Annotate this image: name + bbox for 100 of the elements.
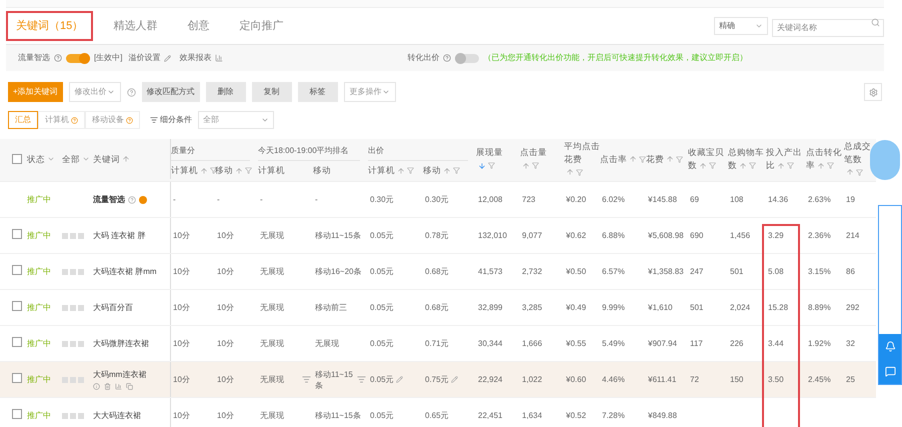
breakdown-select[interactable]: 全部 [198, 111, 274, 129]
column-header[interactable]: 总购物车数 [728, 146, 766, 172]
tab[interactable]: 定向推广 [229, 11, 294, 41]
filter-icon[interactable] [709, 162, 716, 170]
sort-icon[interactable] [443, 166, 451, 175]
sort-icon[interactable] [235, 166, 243, 175]
checkbox[interactable] [12, 264, 22, 274]
column-header[interactable]: 移动 [313, 164, 331, 177]
table-cell: 1.92% [808, 338, 831, 349]
search-icon[interactable] [871, 18, 880, 27]
premium-settings-link[interactable]: 溢价设置 [128, 52, 160, 64]
table-cell: 1,634 [522, 410, 542, 421]
column-header[interactable]: 移动 [423, 164, 460, 177]
search-field[interactable]: 关键词名称 [772, 18, 884, 36]
segment-tab[interactable]: 移动设备 [85, 111, 140, 129]
copy-icon[interactable] [126, 383, 133, 390]
toggle-switch[interactable] [455, 54, 480, 62]
help-icon[interactable] [443, 54, 452, 62]
sort-icon[interactable] [846, 168, 854, 176]
action-button[interactable]: 删除 [206, 82, 246, 102]
filter-icon[interactable] [407, 167, 414, 174]
filter-icon[interactable] [210, 167, 217, 174]
table-cell: - [260, 194, 263, 205]
filter-icon[interactable] [676, 156, 683, 163]
column-header[interactable]: 计算机 [258, 164, 285, 177]
sort-icon[interactable] [817, 162, 825, 170]
sort-icon[interactable] [200, 166, 208, 175]
help-icon[interactable] [126, 88, 136, 96]
column-header[interactable]: 总成交笔数 [844, 140, 874, 178]
filter-icon[interactable] [245, 167, 252, 174]
dropdown-button[interactable]: 更多操作 [344, 82, 396, 102]
edit-icon[interactable] [396, 376, 403, 383]
column-header[interactable]: 计算机 [368, 164, 414, 177]
bell-icon[interactable] [884, 341, 896, 352]
filter-icon[interactable] [453, 167, 460, 174]
table-cell: 108 [730, 194, 744, 205]
tab[interactable]: 精选人群 [103, 11, 168, 41]
sort-icon[interactable] [699, 162, 707, 170]
segment-tab[interactable]: 计算机 [38, 111, 85, 129]
column-header[interactable]: 展现量 [476, 146, 520, 172]
caret-icon [106, 88, 115, 96]
column-header[interactable]: 投入产出比 [766, 146, 806, 172]
sort-icon[interactable] [739, 162, 747, 170]
edit-icon[interactable] [164, 54, 172, 62]
column-header[interactable]: 平均点击花费 [564, 140, 600, 178]
checkbox[interactable] [12, 408, 22, 418]
table-cell: 移动前三 [315, 302, 347, 313]
column-header[interactable]: 点击量 [520, 146, 564, 172]
filter-icon[interactable] [488, 162, 495, 170]
column-header[interactable]: 状态 [27, 152, 55, 166]
sort-icon[interactable] [122, 155, 130, 164]
checkbox[interactable] [12, 300, 22, 310]
filter-icon[interactable] [576, 168, 583, 176]
table-cell: 0.05元 [370, 410, 394, 421]
checkbox[interactable] [12, 336, 22, 346]
chat-icon[interactable] [884, 366, 896, 377]
sort-icon[interactable] [522, 162, 530, 170]
column-header[interactable]: 移动 [215, 164, 252, 177]
column-header[interactable]: 关键词 [93, 152, 130, 166]
toggle-switch[interactable] [66, 54, 90, 62]
sort-icon[interactable] [566, 168, 574, 176]
match-type-select[interactable]: 精确 [714, 17, 768, 35]
dropdown-button[interactable]: 修改出价 [68, 82, 121, 102]
column-header[interactable]: 全部 [62, 152, 90, 166]
filter-icon[interactable] [532, 162, 539, 170]
filter-icon[interactable] [827, 162, 834, 170]
rank-filter-icon[interactable] [302, 375, 311, 384]
filter-icon[interactable] [749, 162, 756, 170]
sort-icon[interactable] [777, 162, 785, 170]
sort-icon[interactable] [397, 166, 405, 175]
rank-filter-icon[interactable] [357, 375, 366, 384]
column-header[interactable]: 点击转化率 [806, 146, 844, 172]
settings-button[interactable] [864, 83, 882, 101]
help-icon[interactable] [71, 116, 78, 124]
sort-icon[interactable] [666, 155, 674, 164]
column-header[interactable]: 收藏宝贝数 [688, 146, 728, 172]
action-button[interactable]: 标签 [298, 82, 338, 102]
report-link[interactable]: 效果报表 [179, 52, 212, 64]
help-icon[interactable] [128, 196, 136, 204]
help-icon[interactable] [54, 54, 62, 62]
action-button[interactable]: 修改匹配方式 [142, 82, 200, 102]
filter-icon[interactable] [639, 156, 646, 163]
edit-icon[interactable] [450, 376, 458, 383]
help-icon[interactable] [126, 116, 133, 124]
delete-icon[interactable] [104, 383, 111, 390]
table-cell: ¥0.52 [566, 410, 586, 421]
action-button[interactable]: 复制 [252, 82, 292, 102]
column-header[interactable]: 点击率 [600, 152, 646, 166]
chart-icon[interactable] [215, 54, 224, 62]
info-icon[interactable] [93, 383, 100, 390]
checkbox[interactable] [12, 372, 22, 382]
checkbox[interactable] [12, 228, 22, 238]
chart-icon[interactable] [115, 383, 122, 390]
filter-icon[interactable] [856, 168, 863, 176]
tab[interactable]: 创意 [177, 11, 220, 41]
filter-icon[interactable] [787, 162, 794, 170]
sort-descending-icon[interactable] [478, 162, 486, 170]
column-header[interactable]: 花费 [646, 152, 683, 166]
checkbox[interactable] [12, 154, 22, 164]
sort-icon[interactable] [629, 155, 637, 164]
